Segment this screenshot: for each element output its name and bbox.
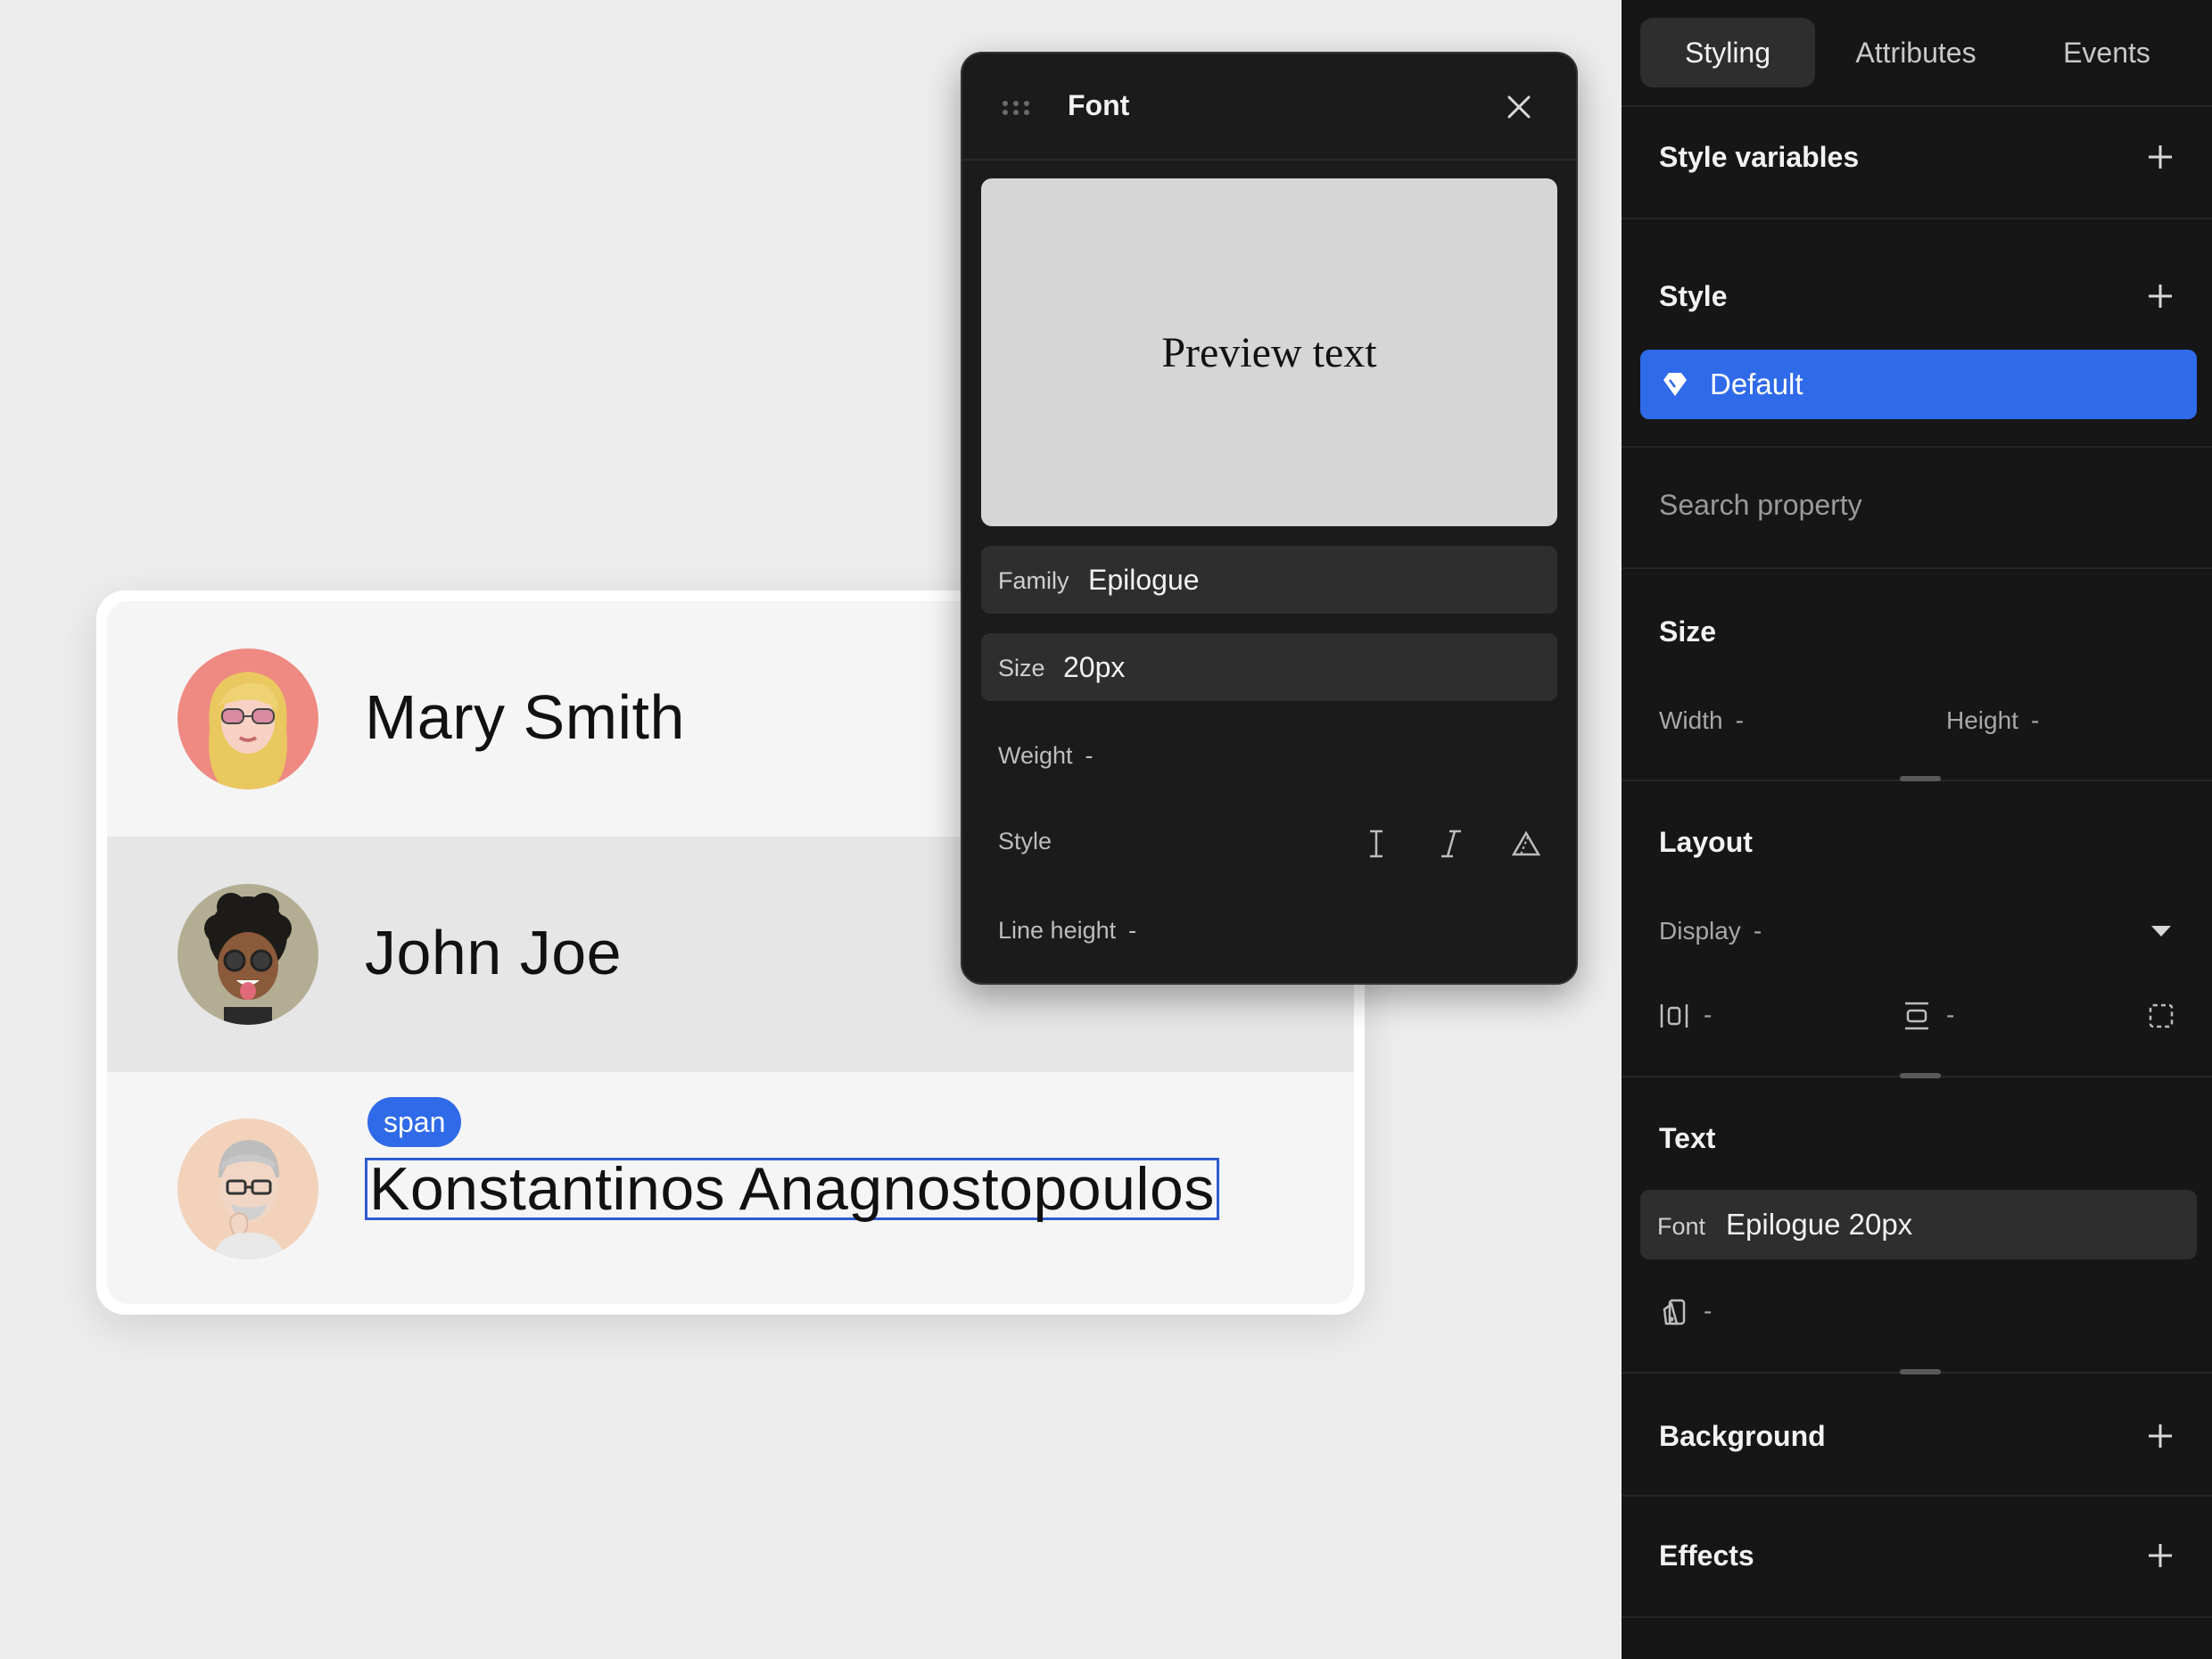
font-label: Font — [1657, 1213, 1706, 1240]
text-color-icon[interactable] — [1659, 1297, 1689, 1327]
font-value: Epilogue 20px — [1726, 1208, 1913, 1241]
close-icon[interactable] — [1505, 93, 1533, 121]
selected-text-element[interactable]: Konstantinos Anagnostopoulos — [365, 1158, 1219, 1220]
font-size-label: Size — [998, 655, 1045, 681]
preview-text: Preview text — [1161, 328, 1377, 376]
font-size-value[interactable]: 20px — [1063, 651, 1125, 684]
blonde-woman-avatar — [177, 648, 318, 789]
divider — [1622, 446, 2212, 448]
thinking-grey-man-avatar — [177, 1118, 318, 1259]
line-height-value[interactable]: - — [1128, 917, 1136, 944]
display-value[interactable]: - — [1754, 917, 1762, 945]
display-field[interactable]: Display - — [1659, 917, 1762, 945]
gap-value[interactable]: - — [1704, 1001, 1712, 1029]
list-item[interactable]: span Konstantinos Anagnostopoulos — [107, 1072, 1354, 1304]
font-size-field[interactable]: Size 20px — [981, 633, 1557, 701]
font-style-label: Style — [998, 828, 1052, 854]
style-default-label: Default — [1710, 367, 1803, 400]
line-height-label: Line height — [998, 917, 1117, 944]
style-inspector: Styling Attributes Events Style variable… — [1622, 0, 2212, 1659]
font-family-label: Family — [998, 567, 1069, 594]
add-background-plus-icon[interactable] — [2146, 1422, 2175, 1450]
align-center-icon[interactable] — [1902, 1001, 1932, 1031]
element-type-badge: span — [367, 1097, 462, 1147]
style-title: Style — [1659, 280, 1728, 312]
height-value[interactable]: - — [2031, 706, 2039, 734]
add-effect-plus-icon[interactable] — [2146, 1541, 2175, 1570]
italic-icon[interactable] — [1433, 826, 1469, 862]
add-style-plus-icon[interactable] — [2146, 282, 2175, 310]
user-name: Mary Smith — [365, 682, 685, 752]
layout-title: Layout — [1659, 826, 1753, 858]
text-title: Text — [1659, 1122, 1716, 1154]
effects-title: Effects — [1659, 1539, 1754, 1572]
collapse-handle[interactable] — [1900, 1369, 1941, 1374]
user-name: John Joe — [365, 918, 623, 987]
search-property-input[interactable] — [1659, 489, 2158, 522]
style-variables-title: Style variables — [1659, 141, 1860, 173]
font-popover-header[interactable]: Font — [962, 54, 1576, 161]
font-weight-value[interactable]: - — [1085, 742, 1094, 769]
diamond-icon — [1660, 369, 1690, 404]
background-title: Background — [1659, 1420, 1826, 1452]
font-family-field[interactable]: Family Epilogue — [981, 546, 1557, 614]
width-field[interactable]: Width - — [1659, 706, 1744, 735]
collapse-handle[interactable] — [1900, 776, 1941, 781]
divider — [1622, 1616, 2212, 1618]
oblique-icon[interactable] — [1508, 826, 1544, 862]
gap-icon[interactable] — [1659, 1001, 1689, 1031]
align-value[interactable]: - — [1946, 1001, 1954, 1029]
height-field[interactable]: Height - — [1946, 706, 2039, 735]
divider — [1622, 1495, 2212, 1497]
drag-grip-icon[interactable] — [1002, 100, 1030, 120]
font-weight-field[interactable]: Weight - — [998, 742, 1094, 770]
chevron-down-icon[interactable] — [2146, 915, 2176, 945]
font-popover-title: Font — [1068, 89, 1130, 121]
curly-hair-man-avatar — [177, 884, 318, 1025]
font-preview: Preview text — [981, 178, 1557, 526]
font-family-value[interactable]: Epilogue — [1088, 564, 1200, 597]
height-label: Height — [1946, 706, 2018, 734]
tab-styling[interactable]: Styling — [1640, 18, 1815, 87]
style-default-chip[interactable]: Default — [1640, 350, 2197, 419]
text-cursor-icon[interactable] — [1358, 826, 1394, 862]
padding-icon[interactable] — [2146, 1001, 2176, 1031]
tab-events[interactable]: Events — [2019, 18, 2194, 87]
font-weight-label: Weight — [998, 742, 1073, 769]
collapse-handle[interactable] — [1900, 1073, 1941, 1078]
width-label: Width — [1659, 706, 1723, 734]
line-height-field[interactable]: Line height - — [998, 917, 1136, 945]
font-popover: Font Preview text Family Epilogue Size 2… — [961, 52, 1578, 985]
divider — [1622, 218, 2212, 219]
divider — [1622, 567, 2212, 569]
text-color-value[interactable]: - — [1704, 1297, 1712, 1325]
add-style-variable-plus-icon[interactable] — [2146, 143, 2175, 171]
width-value[interactable]: - — [1736, 706, 1744, 734]
display-label: Display — [1659, 917, 1741, 945]
size-title: Size — [1659, 615, 1717, 648]
inspector-tabs: Styling Attributes Events — [1622, 0, 2212, 107]
tab-attributes[interactable]: Attributes — [1828, 18, 2003, 87]
font-field[interactable]: Font Epilogue 20px — [1640, 1190, 2197, 1259]
